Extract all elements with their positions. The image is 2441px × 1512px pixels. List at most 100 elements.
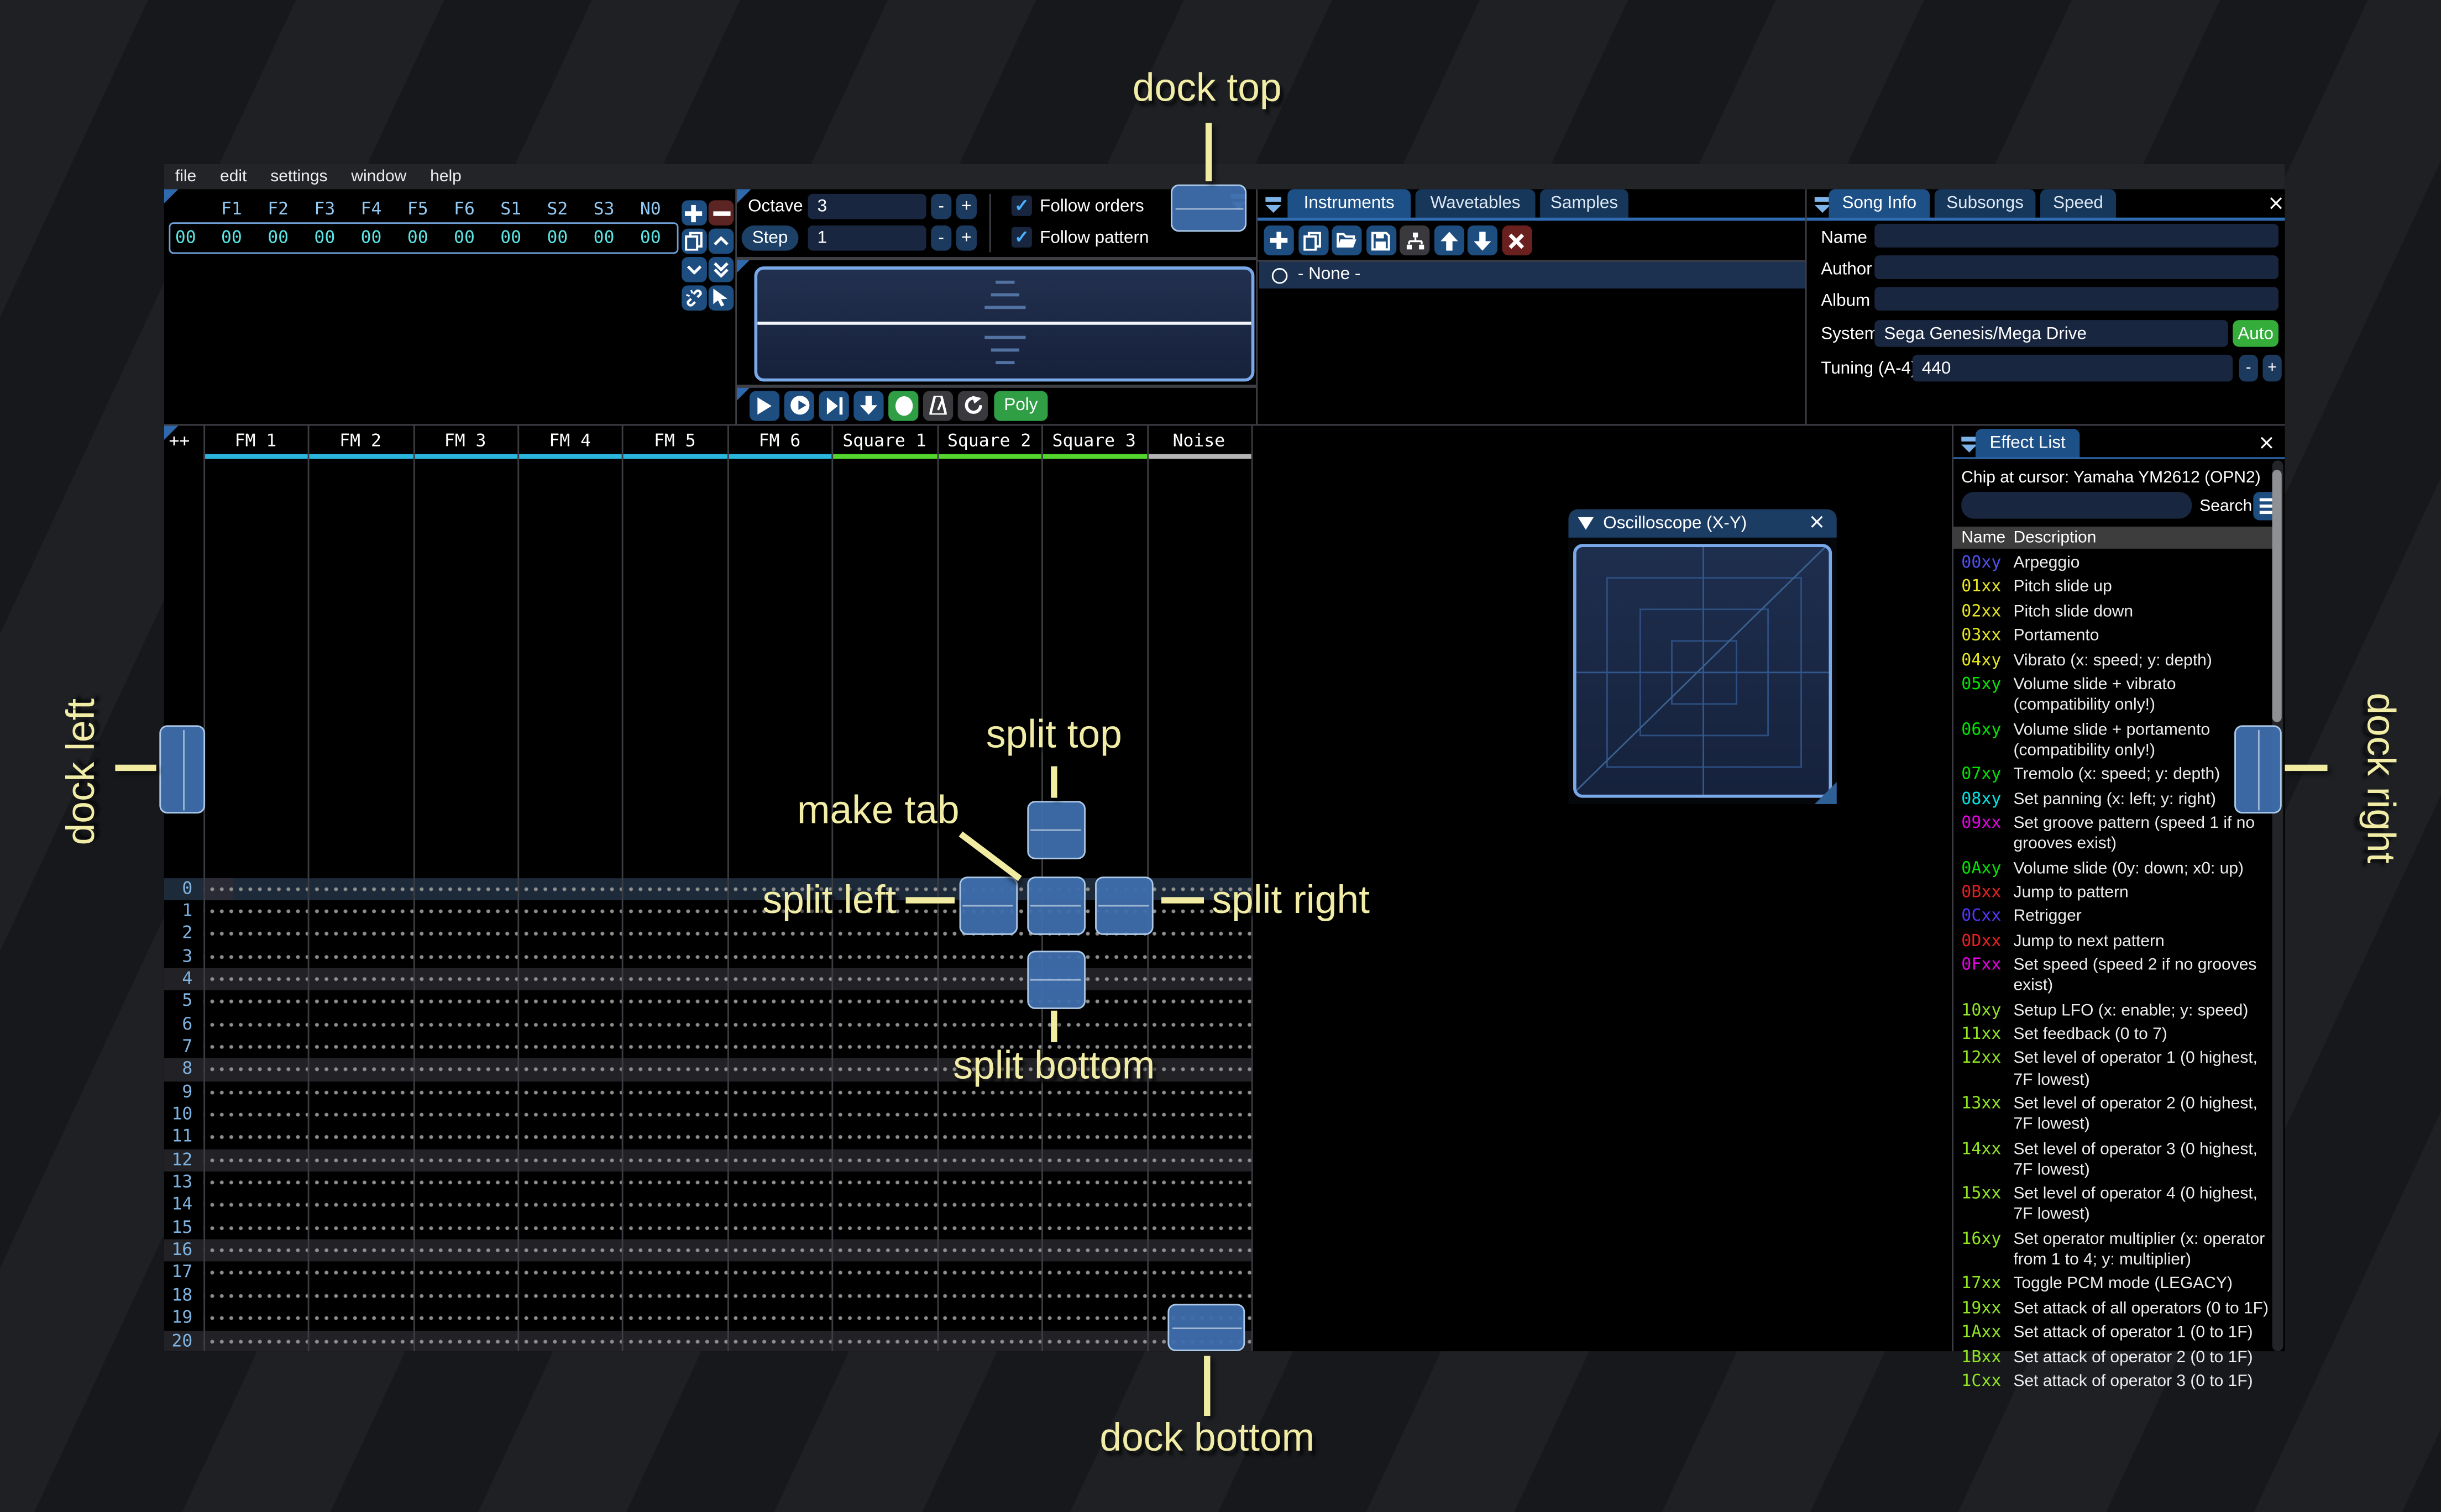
split-left-target[interactable] — [958, 875, 1017, 935]
play-button[interactable] — [749, 390, 780, 421]
tuning-input[interactable]: 440 — [1912, 354, 2233, 382]
order-cell[interactable]: 00 — [627, 227, 674, 248]
oscilloscope-titlebar[interactable]: Oscilloscope (X-Y) × — [1568, 509, 1837, 538]
split-right-target[interactable] — [1094, 875, 1153, 935]
close-icon[interactable]: × — [2258, 434, 2275, 454]
order-cell[interactable]: 00 — [441, 227, 488, 248]
menu-window[interactable]: window — [351, 167, 406, 186]
channel-header-fm-4[interactable]: FM 4 — [517, 431, 622, 451]
effect-row[interactable]: 15xx Set level of operator 4 (0 highest, … — [1961, 1184, 2277, 1226]
effect-row[interactable]: 01xx Pitch slide up — [1961, 578, 2277, 599]
play-one-row-button[interactable] — [819, 390, 849, 421]
effect-row[interactable]: 02xx Pitch slide down — [1961, 602, 2277, 623]
step-row-button[interactable] — [853, 390, 884, 421]
order-cell[interactable]: 00 — [534, 227, 580, 248]
order-cell[interactable]: 00 — [580, 227, 627, 248]
tab-samples[interactable]: Samples — [1540, 189, 1628, 218]
order-cell[interactable]: 00 — [395, 227, 441, 248]
channel-header-square-3[interactable]: Square 3 — [1041, 431, 1146, 451]
follow-pattern-checkbox[interactable]: ✓ — [1011, 227, 1032, 248]
effect-row[interactable]: 04xy Vibrato (x: speed; y: depth) — [1961, 650, 2277, 671]
instrument-organize-button[interactable] — [1400, 225, 1430, 256]
repeat-pattern-button[interactable] — [957, 390, 988, 421]
tuning-inc-button[interactable]: + — [2262, 354, 2282, 382]
metronome-button[interactable] — [923, 390, 954, 421]
move-instrument-up-button[interactable] — [1433, 225, 1464, 256]
order-cell[interactable]: 00 — [301, 227, 348, 248]
system-input[interactable]: Sega Genesis/Mega Drive — [1874, 320, 2228, 347]
tab-subsongs[interactable]: Subsongs — [1934, 189, 2036, 218]
channel-header-fm-5[interactable]: FM 5 — [622, 431, 727, 451]
channel-header-fm-3[interactable]: FM 3 — [413, 431, 518, 451]
collapse-icon[interactable] — [1578, 517, 1594, 530]
channel-header-noise[interactable]: Noise — [1146, 431, 1251, 451]
dock-bottom-target[interactable] — [1167, 1304, 1245, 1352]
channel-header-fm-2[interactable]: FM 2 — [308, 431, 413, 451]
author-input[interactable] — [1874, 255, 2279, 279]
split-bottom-target[interactable] — [1026, 949, 1085, 1009]
effect-row[interactable]: 11xx Set feedback (0 to 7) — [1961, 1025, 2277, 1046]
follow-orders-checkbox[interactable]: ✓ — [1011, 195, 1032, 216]
dock-left-target[interactable] — [159, 725, 206, 814]
effect-row[interactable]: 00xy Arpeggio — [1961, 553, 2277, 574]
duplicate-instrument-button[interactable] — [1297, 225, 1328, 256]
step-button[interactable]: Step — [741, 225, 799, 251]
effect-row[interactable]: 0Bxx Jump to pattern — [1961, 883, 2277, 904]
duplicate-order-button[interactable] — [680, 228, 706, 254]
resize-grip[interactable] — [1814, 782, 1837, 805]
effect-row[interactable]: 03xx Portamento — [1961, 626, 2277, 647]
menu-edit[interactable]: edit — [220, 167, 247, 186]
tab-effect-list[interactable]: Effect List — [1975, 429, 2080, 458]
effect-row[interactable]: 08xy Set panning (x: left; y: right) — [1961, 789, 2277, 810]
open-instrument-button[interactable] — [1332, 225, 1362, 256]
effect-row[interactable]: 06xy Volume slide + portamento (compatibi… — [1961, 720, 2277, 762]
effect-row[interactable]: 05xy Volume slide + vibrato (compatibilit… — [1961, 675, 2277, 716]
close-icon[interactable]: × — [1808, 512, 1825, 533]
split-top-target[interactable] — [1026, 800, 1085, 859]
effect-row[interactable]: 1Axx Set attack of operator 1 (0 to 1F) — [1961, 1323, 2277, 1344]
move-instrument-down-button[interactable] — [1467, 225, 1498, 256]
tab-list-icon[interactable] — [1264, 196, 1283, 214]
menu-help[interactable]: help — [430, 167, 462, 186]
delete-instrument-button[interactable] — [1501, 225, 1532, 256]
system-auto-button[interactable]: Auto — [2233, 320, 2279, 347]
order-row-index[interactable]: 00 — [175, 227, 196, 248]
channel-header-square-2[interactable]: Square 2 — [937, 431, 1042, 451]
dock-top-target[interactable] — [1171, 184, 1247, 232]
remove-order-button[interactable] — [708, 200, 734, 225]
tab-speed[interactable]: Speed — [2040, 189, 2117, 218]
octave-inc-button[interactable]: + — [956, 193, 977, 219]
step-input[interactable]: 1 — [808, 225, 926, 251]
name-input[interactable] — [1874, 224, 2279, 248]
step-dec-button[interactable]: - — [931, 225, 952, 251]
effect-row[interactable]: 10xy Setup LFO (x: enable; y: speed) — [1961, 1001, 2277, 1022]
order-cell[interactable]: 00 — [488, 227, 534, 248]
menu-settings[interactable]: settings — [270, 167, 327, 186]
add-order-button[interactable] — [680, 200, 706, 225]
channel-header-square-1[interactable]: Square 1 — [832, 431, 937, 451]
effect-row[interactable]: 0Fxx Set speed (speed 2 if no grooves exi… — [1961, 956, 2277, 997]
effect-row[interactable]: 1Cxx Set attack of operator 3 (0 to 1F) — [1961, 1372, 2277, 1393]
effect-row[interactable]: 14xx Set level of operator 3 (0 highest, … — [1961, 1140, 2277, 1181]
channel-header-fm-1[interactable]: FM 1 — [203, 431, 308, 451]
menu-file[interactable]: file — [175, 167, 196, 186]
add-instrument-button[interactable] — [1264, 225, 1294, 256]
effect-row[interactable]: 12xx Set level of operator 1 (0 highest, … — [1961, 1049, 2277, 1091]
effect-row[interactable]: 0Axy Volume slide (0y: down; x0: up) — [1961, 859, 2277, 880]
effect-search-input[interactable] — [1961, 492, 2192, 519]
effect-row[interactable]: 09xx Set groove pattern (speed 1 if no gr… — [1961, 813, 2277, 855]
effect-table-header[interactable]: Name Description — [1953, 526, 2274, 549]
duplicate-order-end-button[interactable] — [708, 257, 734, 282]
effect-row[interactable]: 17xx Toggle PCM mode (LEGACY) — [1961, 1274, 2277, 1295]
order-cell[interactable]: 00 — [208, 227, 255, 248]
record-button[interactable] — [888, 390, 919, 421]
octave-dec-button[interactable]: - — [931, 193, 952, 219]
effect-row[interactable]: 1Bxx Set attack of operator 2 (0 to 1F) — [1961, 1347, 2277, 1368]
channel-header-fm-6[interactable]: FM 6 — [727, 431, 832, 451]
effect-row[interactable]: 19xx Set attack of all operators (0 to 1F… — [1961, 1299, 2277, 1320]
move-order-up-button[interactable] — [708, 228, 734, 254]
order-cell[interactable]: 00 — [348, 227, 394, 248]
effect-row[interactable]: 16xy Set operator multiplier (x: operator… — [1961, 1230, 2277, 1271]
save-instrument-button[interactable] — [1365, 225, 1396, 256]
album-input[interactable] — [1874, 287, 2279, 311]
